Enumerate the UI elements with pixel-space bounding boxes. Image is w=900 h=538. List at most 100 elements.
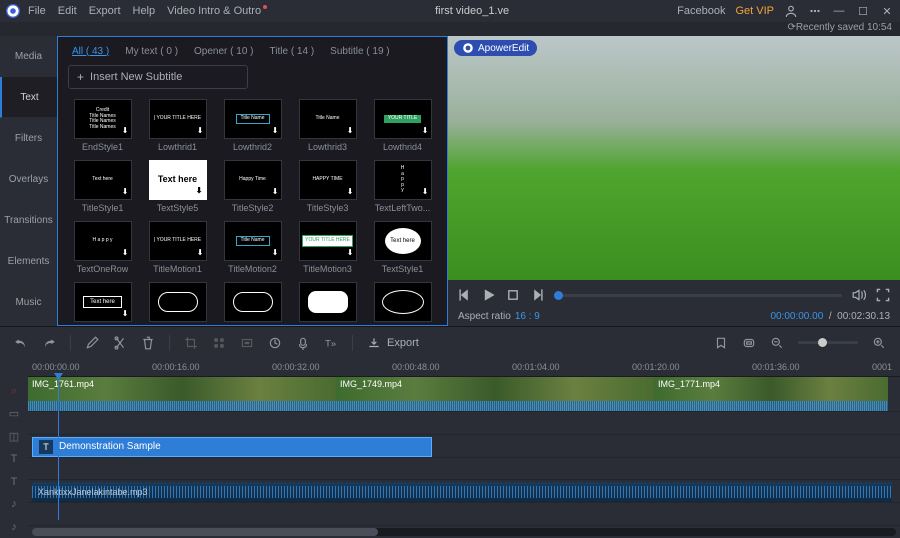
zoom-in-button[interactable]	[872, 336, 886, 350]
plus-icon: +	[77, 70, 84, 84]
audio-track-2[interactable]	[28, 503, 900, 526]
text2-track-icon[interactable]: T	[0, 470, 28, 493]
zoom-slider[interactable]	[798, 341, 858, 344]
preset-item[interactable]: Text hereTextStyle1	[370, 221, 435, 274]
preview-scrubber[interactable]	[554, 294, 842, 297]
undo-button[interactable]	[14, 336, 28, 350]
marker-tool[interactable]	[714, 336, 728, 350]
time-display: 00:00:00.00 / 00:02:30.13	[770, 311, 890, 322]
fullscreen-button[interactable]	[876, 288, 890, 302]
watermark-badge: ApowerEdit	[454, 40, 537, 56]
download-icon: ⬇	[197, 249, 204, 258]
preset-item[interactable]: Title Name⬇Lowthrid3	[295, 99, 360, 152]
audio-track-icon[interactable]: ♪	[0, 493, 28, 516]
video-clip[interactable]: IMG_1749.mp4	[336, 377, 654, 411]
preset-item[interactable]	[370, 282, 435, 325]
horizontal-scrollbar[interactable]	[28, 526, 900, 538]
audio-clip[interactable]: XanktixxJanelakintabe.mp3	[32, 482, 892, 502]
preset-tab-my-text[interactable]: My text ( 0 )	[125, 46, 178, 57]
video-clip[interactable]: IMG_1761.mp4	[28, 377, 336, 411]
preset-item[interactable]: Text here⬇TitleStyle1	[70, 160, 135, 213]
preset-item[interactable]: H a p p y⬇TextOneRow	[70, 221, 135, 274]
delete-tool[interactable]	[141, 336, 155, 350]
redo-button[interactable]	[42, 336, 56, 350]
preset-tab-opener[interactable]: Opener ( 10 )	[194, 46, 253, 57]
tracks-area[interactable]: 00:00:00.0000:00:16.0000:00:32.0000:00:4…	[28, 358, 900, 538]
split-tool[interactable]	[113, 336, 127, 350]
edit-tool[interactable]	[85, 336, 99, 350]
sidetab-text[interactable]: Text	[0, 77, 57, 118]
preset-item[interactable]: | YOUR TITLE HERE⬇Lowthrid1	[145, 99, 210, 152]
export-button[interactable]: Export	[367, 336, 419, 350]
stop-button[interactable]	[506, 288, 520, 302]
menu-export[interactable]: Export	[89, 5, 121, 17]
preset-item[interactable]	[220, 282, 285, 325]
menu-help[interactable]: Help	[133, 5, 156, 17]
audio-track[interactable]: XanktixxJanelakintabe.mp3	[28, 480, 900, 503]
mosaic-tool[interactable]	[212, 336, 226, 350]
get-vip-link[interactable]: Get VIP	[735, 5, 774, 17]
preset-tab-title[interactable]: Title ( 14 )	[270, 46, 315, 57]
preset-grid: CreditTitle NamesTitle NamesTitle Names⬇…	[58, 93, 447, 325]
mute-button[interactable]	[852, 288, 866, 302]
menu-edit[interactable]: Edit	[58, 5, 77, 17]
text-clip[interactable]: T Demonstration Sample	[32, 437, 432, 457]
crop-tool[interactable]	[184, 336, 198, 350]
duration-tool[interactable]	[268, 336, 282, 350]
voiceover-tool[interactable]	[296, 336, 310, 350]
video-track[interactable]: IMG_1761.mp4IMG_1749.mp4IMG_1771.mp4	[28, 377, 900, 412]
preset-tab-all[interactable]: All ( 43 )	[72, 46, 109, 57]
prev-frame-button[interactable]	[458, 288, 472, 302]
sidetab-transitions[interactable]: Transitions	[0, 200, 57, 241]
preset-item[interactable]: HAPPY TIME⬇TitleStyle3	[295, 160, 360, 213]
insert-subtitle-button[interactable]: + Insert New Subtitle	[68, 65, 248, 89]
video-clip[interactable]: IMG_1771.mp4	[654, 377, 888, 411]
preset-item[interactable]	[145, 282, 210, 325]
freeze-tool[interactable]	[240, 336, 254, 350]
preview-video[interactable]: ApowerEdit	[448, 36, 900, 280]
search-track-icon[interactable]: ⌕	[0, 380, 28, 403]
text-speech-tool[interactable]: T»	[324, 336, 338, 350]
sidetab-music[interactable]: Music	[0, 282, 57, 323]
preset-item[interactable]: | YOUR TITLE HERE⬇TitleMotion1	[145, 221, 210, 274]
minimize-button[interactable]: —	[832, 4, 846, 18]
preset-item[interactable]: Text here⬇Text here	[70, 282, 135, 325]
preset-tab-subtitle[interactable]: Subtitle ( 19 )	[330, 46, 389, 57]
preset-item[interactable]: Title Name⬇TitleMotion2	[220, 221, 285, 274]
pip-track[interactable]	[28, 412, 900, 435]
sidetab-overlays[interactable]: Overlays	[0, 159, 57, 200]
preset-item[interactable]: Text here⬇TextStyle5	[145, 160, 210, 213]
preset-item[interactable]: Happy Time⬇TitleStyle2	[220, 160, 285, 213]
audio2-track-icon[interactable]: ♪	[0, 515, 28, 538]
preset-item[interactable]	[295, 282, 360, 325]
maximize-button[interactable]: ☐	[856, 4, 870, 18]
sidetab-filters[interactable]: Filters	[0, 118, 57, 159]
sidetab-media[interactable]: Media	[0, 36, 57, 77]
download-icon: ⬇	[347, 188, 354, 197]
playhead[interactable]	[58, 380, 59, 520]
preset-item[interactable]: YOUR TITLE⬇Lowthrid4	[370, 99, 435, 152]
preview-controls	[448, 284, 900, 306]
preset-item[interactable]: Title Name⬇Lowthrid2	[220, 99, 285, 152]
next-frame-button[interactable]	[530, 288, 544, 302]
menu-file[interactable]: File	[28, 5, 46, 17]
sidetab-elements[interactable]: Elements	[0, 241, 57, 282]
facebook-link[interactable]: Facebook	[677, 5, 725, 17]
video-track-icon[interactable]: ▭	[0, 403, 28, 426]
preset-item[interactable]: YOUR TITLE HERE⬇TitleMotion3	[295, 221, 360, 274]
fit-tool[interactable]	[742, 336, 756, 350]
time-ruler[interactable]: 00:00:00.0000:00:16.0000:00:32.0000:00:4…	[28, 358, 900, 377]
text-track[interactable]: T Demonstration Sample	[28, 435, 900, 458]
aspect-ratio[interactable]: 16 : 9	[515, 311, 540, 322]
preset-item[interactable]: Happy⬇TextLeftTwo...	[370, 160, 435, 213]
menu-icon[interactable]	[808, 4, 822, 18]
close-button[interactable]: ✕	[880, 4, 894, 18]
zoom-out-button[interactable]	[770, 336, 784, 350]
user-icon[interactable]	[784, 4, 798, 18]
play-button[interactable]	[482, 288, 496, 302]
pip-track-icon[interactable]: ◫	[0, 425, 28, 448]
text-track-2[interactable]	[28, 458, 900, 481]
text-track-icon[interactable]: T	[0, 448, 28, 471]
menu-intro-outro[interactable]: Video Intro & Outro	[167, 5, 267, 17]
preset-item[interactable]: CreditTitle NamesTitle NamesTitle Names⬇…	[70, 99, 135, 152]
